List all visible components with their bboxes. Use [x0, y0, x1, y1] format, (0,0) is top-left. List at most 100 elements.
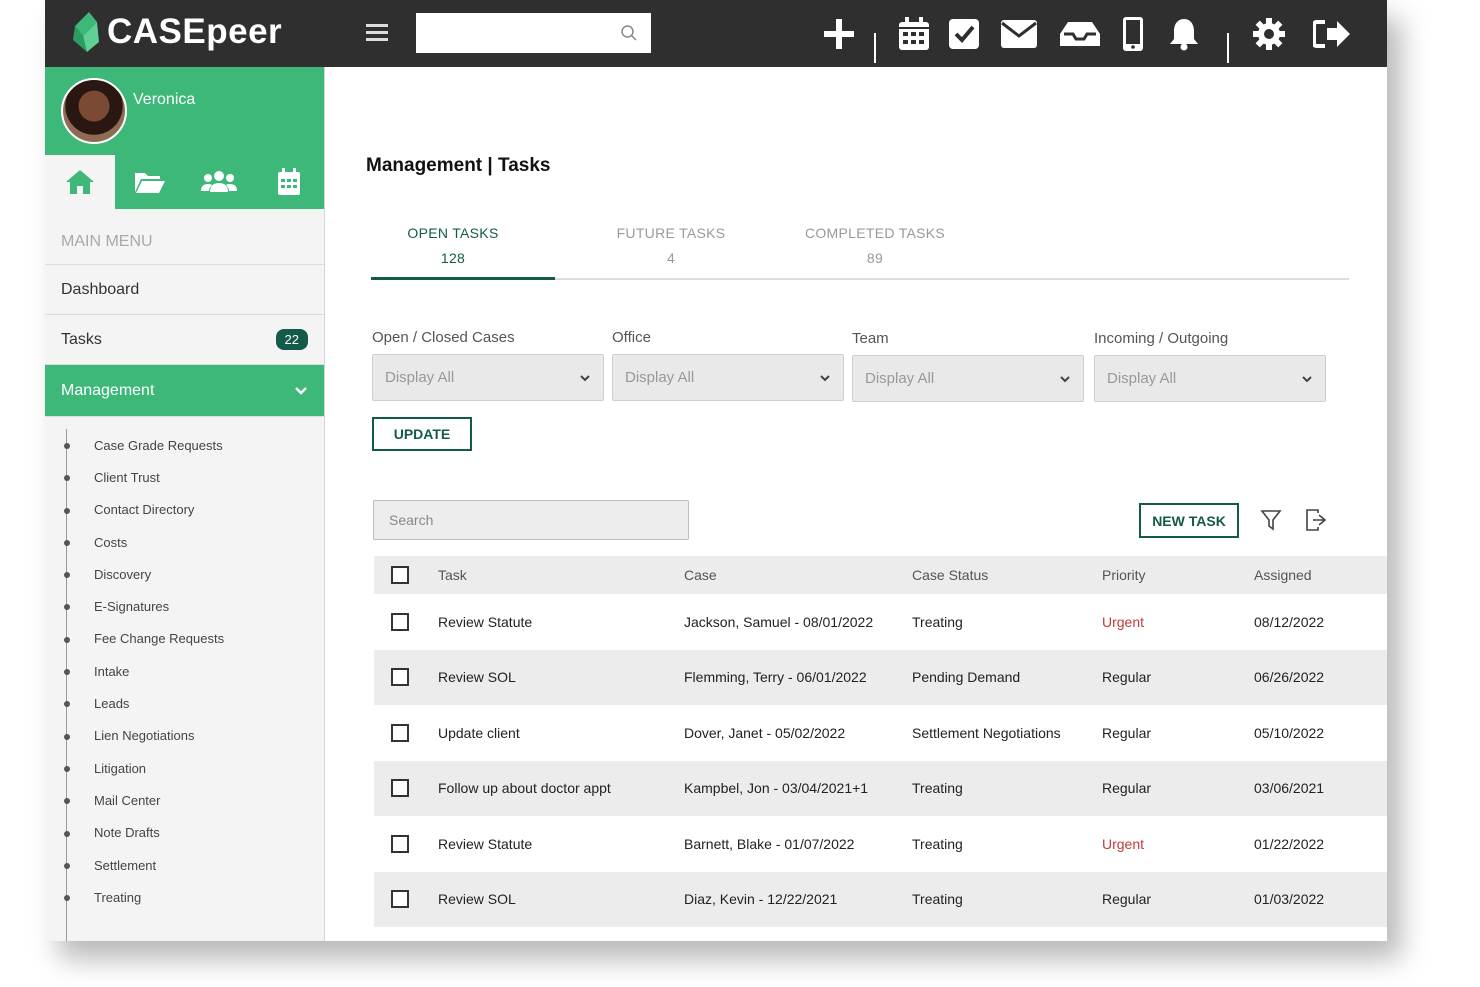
- assigned-cell: 05/10/2022: [1254, 724, 1325, 741]
- main-content: Management | Tasks OPEN TASKS 128 FUTURE…: [325, 67, 1387, 941]
- submenu-item[interactable]: Leads: [45, 687, 324, 719]
- submenu-item[interactable]: Contact Directory: [45, 494, 324, 526]
- mail-icon[interactable]: [999, 14, 1039, 54]
- update-button[interactable]: UPDATE: [372, 417, 472, 451]
- team-select[interactable]: Display All: [852, 355, 1084, 402]
- export-icon[interactable]: [1305, 509, 1329, 531]
- row-checkbox[interactable]: [391, 834, 409, 853]
- priority-cell: Urgent: [1102, 835, 1145, 852]
- inbox-icon[interactable]: [1060, 14, 1100, 54]
- tab-count: 128: [440, 250, 466, 266]
- case-cell[interactable]: Flemming, Terry - 06/01/2022: [684, 669, 867, 685]
- page-title: Management | Tasks: [366, 155, 551, 176]
- submenu-item[interactable]: Lien Negotiations: [45, 720, 324, 752]
- table-row[interactable]: Update client Dover, Janet - 05/02/2022 …: [374, 705, 1387, 761]
- add-icon[interactable]: [819, 14, 859, 54]
- column-header[interactable]: Case Status: [912, 567, 988, 583]
- mobile-icon[interactable]: [1113, 14, 1153, 54]
- new-task-button[interactable]: NEW TASK: [1139, 503, 1239, 538]
- gear-icon[interactable]: [1249, 14, 1289, 54]
- table-row[interactable]: Review Statute Barnett, Blake - 01/07/20…: [374, 816, 1387, 872]
- incoming-outgoing-select[interactable]: Display All: [1094, 355, 1326, 402]
- bell-icon[interactable]: [1164, 14, 1204, 54]
- quick-nav: [45, 155, 324, 209]
- task-cell: Review Statute: [438, 613, 533, 630]
- submenu-item[interactable]: Litigation: [45, 752, 324, 784]
- submenu-item[interactable]: Case Grade Requests: [45, 429, 324, 461]
- assigned-cell: 01/22/2022: [1254, 835, 1325, 852]
- submenu-item[interactable]: Mail Center: [45, 784, 324, 816]
- row-checkbox[interactable]: [391, 723, 409, 742]
- home-icon[interactable]: [45, 155, 115, 209]
- column-header[interactable]: Task: [438, 567, 467, 583]
- row-checkbox[interactable]: [391, 890, 409, 909]
- submenu-item[interactable]: Fee Change Requests: [45, 623, 324, 655]
- task-search-input[interactable]: Search: [373, 500, 689, 540]
- chevron-down-icon: [295, 386, 307, 395]
- calendar-icon[interactable]: [254, 155, 324, 209]
- priority-cell: Regular: [1102, 891, 1152, 908]
- table-row[interactable]: Review Statute Jackson, Samuel - 08/01/2…: [374, 594, 1387, 650]
- task-tabs: OPEN TASKS 128 FUTURE TASKS 4 COMPLETED …: [371, 225, 1349, 280]
- chevron-down-icon: [1302, 375, 1312, 382]
- assigned-cell: 01/03/2022: [1254, 891, 1325, 908]
- calendar-icon[interactable]: [894, 14, 934, 54]
- submenu-item[interactable]: Intake: [45, 655, 324, 687]
- row-checkbox[interactable]: [391, 668, 409, 687]
- assigned-cell: 03/06/2021: [1254, 780, 1325, 797]
- task-cell: Follow up about doctor appt: [438, 780, 611, 797]
- user-profile: Veronica: [45, 67, 324, 155]
- case-cell[interactable]: Jackson, Samuel - 08/01/2022: [684, 614, 873, 630]
- submenu-item[interactable]: Costs: [45, 526, 324, 558]
- case-cell[interactable]: Diaz, Kevin - 12/22/2021: [684, 891, 837, 907]
- case-cell[interactable]: Dover, Janet - 05/02/2022: [684, 725, 845, 741]
- filter-icon[interactable]: [1260, 509, 1282, 531]
- submenu-item[interactable]: Discovery: [45, 558, 324, 590]
- table-row[interactable]: Review SOL Diaz, Kevin - 12/22/2021 Trea…: [374, 871, 1387, 927]
- table-header-row: Task Case Case Status Priority Assigned: [374, 556, 1387, 594]
- priority-cell: Regular: [1102, 669, 1152, 686]
- row-checkbox[interactable]: [391, 779, 409, 798]
- sidebar-item-label: Dashboard: [61, 280, 140, 298]
- status-cell: Treating: [912, 891, 963, 908]
- main-menu-header: MAIN MENU: [45, 209, 324, 265]
- tasks-count-badge: 22: [275, 329, 308, 350]
- table-row[interactable]: Review SOL Flemming, Terry - 06/01/2022 …: [374, 649, 1387, 705]
- open-closed-select[interactable]: Display All: [372, 354, 604, 401]
- users-icon[interactable]: [185, 155, 255, 209]
- case-cell[interactable]: Barnett, Blake - 01/07/2022: [684, 836, 854, 852]
- tab-completed-tasks[interactable]: COMPLETED TASKS 89: [791, 225, 959, 266]
- column-header[interactable]: Priority: [1102, 567, 1146, 583]
- sidebar-item-management[interactable]: Management: [45, 365, 324, 417]
- logout-icon[interactable]: [1312, 14, 1352, 54]
- chevron-down-icon: [820, 374, 830, 381]
- toolbar-divider: [1227, 33, 1229, 63]
- avatar[interactable]: [61, 78, 127, 144]
- submenu-item[interactable]: Client Trust: [45, 461, 324, 493]
- tab-future-tasks[interactable]: FUTURE TASKS 4: [591, 225, 751, 266]
- filter-label: Team: [852, 330, 889, 347]
- row-checkbox[interactable]: [391, 612, 409, 631]
- table-row[interactable]: Follow up about doctor appt Kampbel, Jon…: [374, 760, 1387, 816]
- management-submenu: Case Grade Requests Client Trust Contact…: [45, 417, 324, 941]
- submenu-item[interactable]: E-Signatures: [45, 590, 324, 622]
- case-cell[interactable]: Kampbel, Jon - 03/04/2021+1: [684, 780, 868, 796]
- submenu-item[interactable]: Settlement: [45, 849, 324, 881]
- column-header[interactable]: Case: [684, 567, 717, 583]
- sidebar-item-dashboard[interactable]: Dashboard: [45, 265, 324, 315]
- tab-open-tasks[interactable]: OPEN TASKS 128: [371, 225, 535, 266]
- user-name: Veronica: [133, 91, 196, 108]
- tasks-table: Task Case Case Status Priority Assigned …: [374, 556, 1387, 927]
- tasks-check-icon[interactable]: [944, 14, 984, 54]
- status-cell: Treating: [912, 613, 963, 630]
- app-window: CASEpeer Veronica MAIN MENU Dashboard Ta…: [45, 0, 1387, 941]
- task-cell: Review Statute: [438, 835, 533, 852]
- office-select[interactable]: Display All: [612, 354, 844, 401]
- select-all-checkbox[interactable]: [391, 566, 409, 584]
- sidebar-item-tasks[interactable]: Tasks 22: [45, 315, 324, 365]
- folder-icon[interactable]: [115, 155, 185, 209]
- column-header[interactable]: Assigned: [1254, 567, 1312, 583]
- submenu-item[interactable]: Treating: [45, 881, 324, 913]
- submenu-item[interactable]: Note Drafts: [45, 817, 324, 849]
- sidebar-item-label: Management: [61, 381, 155, 399]
